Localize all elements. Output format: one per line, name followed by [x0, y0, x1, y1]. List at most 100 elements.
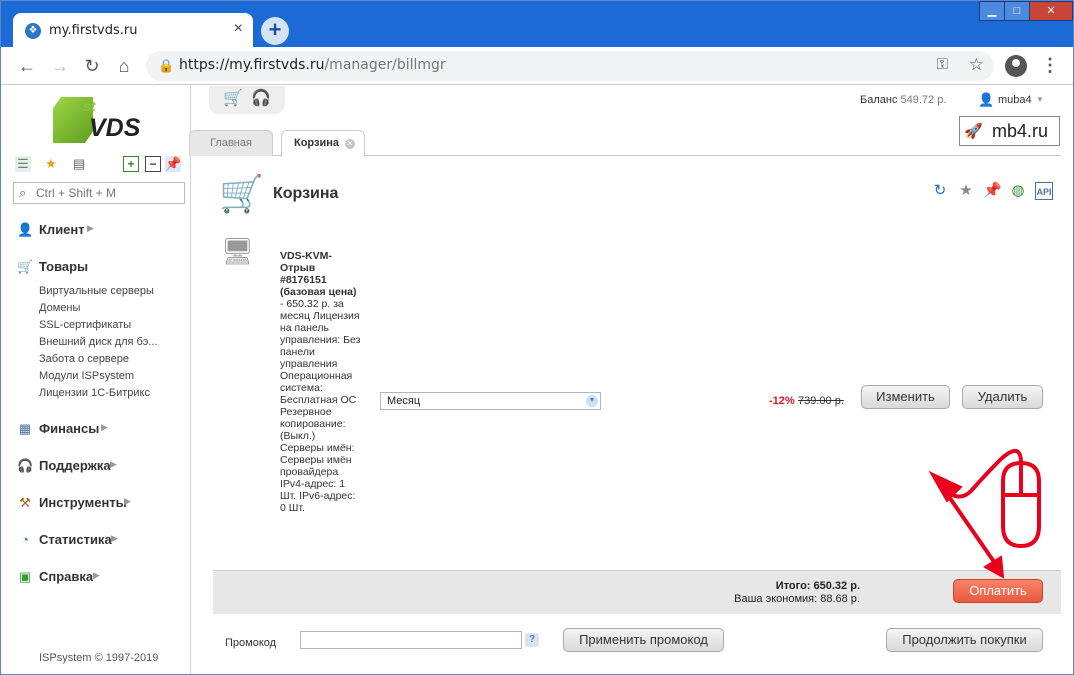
- sidebar-item-ispsystem-modules[interactable]: Модули ISPsystem: [39, 370, 134, 382]
- tab-home[interactable]: Главная: [189, 130, 273, 156]
- change-button[interactable]: Изменить: [861, 385, 950, 409]
- expand-all-icon[interactable]: +: [123, 156, 139, 172]
- sidebar-section-label: Товары: [39, 259, 89, 274]
- account-icon[interactable]: [1005, 55, 1027, 77]
- firstvds-logo[interactable]: st VDS: [53, 94, 145, 146]
- chevron-right-icon: ▶: [93, 570, 100, 580]
- balance-value: 549.72 р.: [900, 94, 947, 106]
- tab-cart[interactable]: Корзина ✕: [281, 130, 365, 157]
- sidebar-search-input[interactable]: [36, 185, 182, 201]
- favicon-icon: ❖: [25, 23, 41, 39]
- logo-text: VDS: [89, 114, 141, 142]
- chevron-right-icon: ▶: [101, 422, 108, 432]
- tab-label: Главная: [210, 137, 252, 149]
- page-tabs: Главная Корзина ✕: [189, 130, 1061, 157]
- search-icon: ⌕: [19, 185, 27, 200]
- headset-icon: 🎧: [17, 458, 34, 473]
- lock-icon: 🔒: [158, 58, 175, 73]
- chevron-right-icon: ▶: [87, 223, 94, 233]
- key-icon[interactable]: ⚿: [937, 56, 948, 73]
- delete-button[interactable]: Удалить: [962, 385, 1043, 409]
- billmanager-page: st VDS ☰ ★ ▤ + − 📌 ⌕ 👤 Клиент ▶ 🛒: [1, 86, 1073, 674]
- browser-tab[interactable]: ❖ my.firstvds.ru ×: [13, 13, 253, 47]
- promo-input[interactable]: [300, 631, 522, 649]
- sidebar-item-ssl[interactable]: SSL-сертификаты: [39, 319, 131, 331]
- back-icon[interactable]: ←: [15, 54, 39, 78]
- chevron-down-icon: ▼: [586, 395, 598, 407]
- sidebar-item-bitrix-licenses[interactable]: Лицензии 1С-Битрикс: [39, 387, 150, 399]
- quick-icons: 🛒 🎧: [209, 86, 285, 114]
- continue-shopping-button[interactable]: Продолжить покупки: [886, 628, 1043, 652]
- totals-bar: Итого: 650.32 р. Ваша экономия: 88.68 р.…: [213, 570, 1061, 614]
- support-badge-icon[interactable]: 🎧: [251, 88, 271, 108]
- home-icon[interactable]: ⌂: [112, 54, 136, 78]
- pay-button[interactable]: Оплатить: [953, 579, 1043, 603]
- tab-close-icon[interactable]: ✕: [345, 139, 355, 149]
- sidebar-section-label: Финансы: [39, 421, 100, 436]
- bookmark-star-icon[interactable]: ☆: [969, 55, 984, 75]
- cart-item-details: - 650.32 р. за месяц Лицензия на панель …: [280, 298, 361, 514]
- tab-label: Корзина: [294, 137, 339, 149]
- forward-icon[interactable]: →: [48, 54, 72, 78]
- period-select[interactable]: Месяц ▼: [380, 392, 601, 410]
- total-amount: Итого: 650.32 р.: [775, 580, 860, 592]
- browser-tab-title: my.firstvds.ru: [49, 23, 138, 38]
- cart-badge-icon[interactable]: 🛒: [223, 88, 243, 108]
- reload-icon[interactable]: ↻: [80, 54, 104, 78]
- balance: Баланс 549.72 р.: [860, 94, 946, 106]
- sidebar-section-label: Справка: [39, 569, 94, 584]
- balance-label: Баланс: [860, 94, 898, 106]
- api-icon[interactable]: API: [1035, 182, 1053, 200]
- main-content: 🛒 🎧 Баланс 549.72 р. 👤 muba4 ▼ 🚀 mb4.ru …: [189, 86, 1073, 674]
- url-host: https://my.firstvds.ru: [179, 57, 325, 73]
- help-icon: ▣: [18, 569, 32, 584]
- help-icon[interactable]: ?: [525, 633, 539, 647]
- cart-item-description: VDS-KVM-Отрыв #8176151 (базовая цена) - …: [280, 250, 362, 514]
- sidebar-item-external-disk[interactable]: Внешний диск для бэ...: [39, 336, 158, 348]
- tree-view-icon[interactable]: ☰: [15, 156, 31, 172]
- pin-icon[interactable]: 📌: [983, 182, 1002, 200]
- close-window-button[interactable]: ✕: [1029, 1, 1073, 21]
- page-title: Корзина: [273, 185, 339, 202]
- tools-icon: ⚒: [19, 495, 31, 510]
- sidebar-search[interactable]: ⌕: [13, 182, 185, 204]
- clipboard-icon[interactable]: ▤: [71, 156, 87, 172]
- sidebar-item-domains[interactable]: Домены: [39, 302, 80, 314]
- shopping-cart-icon: 🛒: [219, 173, 264, 214]
- new-tab-button[interactable]: +: [261, 17, 289, 45]
- refresh-icon[interactable]: ↻: [931, 182, 949, 200]
- sidebar: st VDS ☰ ★ ▤ + − 📌 ⌕ 👤 Клиент ▶ 🛒: [1, 86, 191, 674]
- browser-menu-icon[interactable]: ⋮: [1041, 55, 1059, 76]
- pin-icon[interactable]: 📌: [165, 156, 181, 172]
- tab-close-icon[interactable]: ×: [234, 20, 243, 38]
- chevron-right-icon: ▶: [124, 496, 131, 506]
- collapse-all-icon[interactable]: −: [145, 156, 161, 172]
- sidebar-section-label: Статистика: [39, 532, 112, 547]
- apply-promo-button[interactable]: Применить промокод: [563, 628, 724, 652]
- maximize-button[interactable]: □: [1004, 1, 1030, 21]
- savings-amount: Ваша экономия: 88.68 р.: [734, 593, 860, 605]
- globe-icon[interactable]: ◍: [1009, 182, 1027, 200]
- sidebar-section-label: Клиент: [39, 222, 85, 237]
- copyright: ISPsystem © 1997-2019: [39, 652, 159, 664]
- browser-window: ❖ my.firstvds.ru × + ▁ □ ✕ ← → ↻ ⌂ 🔒 htt…: [0, 0, 1074, 675]
- header-actions: ↻ ★ 📌 ◍ API: [931, 182, 1061, 202]
- sidebar-section-label: Поддержка: [39, 458, 111, 473]
- sidebar-item-virtual-servers[interactable]: Виртуальные серверы: [39, 285, 154, 297]
- browser-titlebar: ❖ my.firstvds.ru × + ▁ □ ✕: [1, 1, 1073, 47]
- period-value: Месяц: [387, 395, 421, 407]
- url-text[interactable]: https://my.firstvds.ru/manager/billmgr: [179, 57, 446, 73]
- server-icon: 🖥: [221, 236, 255, 266]
- old-price: 739.00 р.: [798, 395, 844, 407]
- address-bar[interactable]: 🔒 https://my.firstvds.ru/manager/billmgr…: [146, 51, 994, 81]
- minimize-button[interactable]: ▁: [979, 1, 1005, 21]
- sidebar-section-label: Инструменты: [39, 495, 127, 510]
- chevron-right-icon: ▶: [111, 533, 118, 543]
- chart-icon: ◔: [21, 532, 29, 547]
- finance-icon: ▦: [18, 421, 32, 436]
- favorites-star-icon[interactable]: ★: [43, 156, 59, 172]
- favorite-star-icon[interactable]: ★: [957, 182, 975, 200]
- sidebar-item-server-care[interactable]: Забота о сервере: [39, 353, 129, 365]
- username: muba4: [998, 94, 1032, 106]
- browser-toolbar: ← → ↻ ⌂ 🔒 https://my.firstvds.ru/manager…: [1, 47, 1073, 85]
